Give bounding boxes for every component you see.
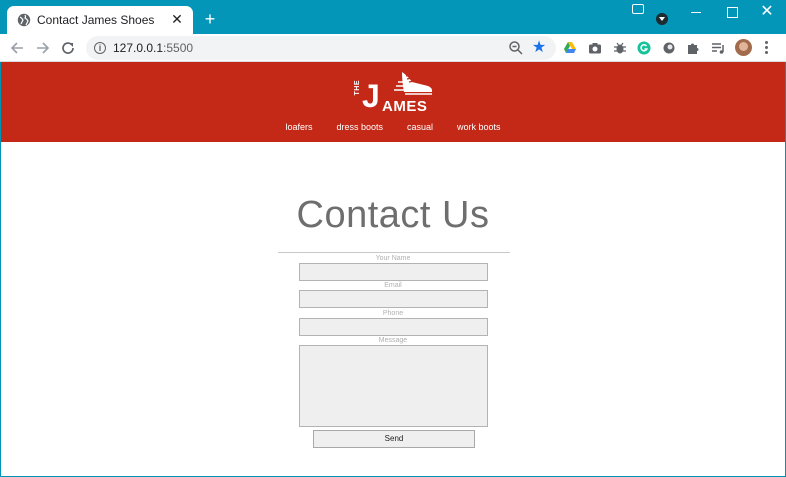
bug-icon[interactable] bbox=[613, 41, 627, 55]
star-icon[interactable]: ★ bbox=[530, 37, 548, 57]
minimize-button[interactable] bbox=[683, 3, 709, 21]
name-field[interactable] bbox=[299, 263, 488, 281]
phone-field[interactable] bbox=[299, 318, 488, 336]
logo-the-text: THE bbox=[354, 80, 361, 96]
window-close-button[interactable]: ✕ bbox=[754, 3, 780, 21]
puzzle-icon[interactable] bbox=[686, 41, 700, 55]
back-arrow-icon[interactable] bbox=[8, 38, 28, 58]
page-title: Contact Us bbox=[296, 194, 490, 236]
logo-j-letter: J bbox=[362, 78, 380, 114]
browser-toolbar: i 127.0.0.1:5500 ★ bbox=[0, 34, 786, 62]
site-logo[interactable]: THE J AMES bbox=[354, 70, 434, 116]
camera-icon[interactable] bbox=[588, 41, 602, 55]
new-tab-button[interactable]: + bbox=[200, 9, 220, 29]
circle-extension-icon[interactable] bbox=[662, 41, 676, 55]
message-textarea[interactable] bbox=[299, 345, 488, 427]
info-icon[interactable]: i bbox=[94, 42, 106, 54]
name-label: Your Name bbox=[375, 255, 411, 262]
nav-casual[interactable]: casual bbox=[407, 122, 433, 132]
forward-arrow-icon[interactable] bbox=[32, 38, 52, 58]
zoom-icon[interactable] bbox=[508, 40, 524, 56]
playlist-icon[interactable] bbox=[711, 41, 725, 55]
send-button[interactable]: Send bbox=[313, 430, 475, 448]
window-switch-icon[interactable] bbox=[632, 4, 644, 14]
address-bar[interactable]: i 127.0.0.1:5500 ★ bbox=[86, 36, 556, 60]
browser-tab[interactable]: Contact James Shoes ✕ bbox=[7, 6, 193, 34]
google-drive-icon[interactable] bbox=[563, 41, 577, 55]
maximize-button[interactable] bbox=[719, 3, 745, 21]
message-label: Message bbox=[378, 337, 408, 344]
kebab-menu-icon[interactable] bbox=[764, 41, 770, 55]
nav-loafers[interactable]: loafers bbox=[285, 122, 312, 132]
nav-dress-boots[interactable]: dress boots bbox=[336, 122, 383, 132]
site-nav: loafers dress boots casual work boots bbox=[1, 122, 785, 132]
avatar[interactable] bbox=[735, 39, 752, 56]
chevron-down-icon[interactable] bbox=[656, 13, 668, 25]
tab-close-icon[interactable]: ✕ bbox=[169, 11, 185, 27]
globe-icon bbox=[17, 13, 31, 27]
url-text: 127.0.0.1:5500 bbox=[113, 41, 194, 55]
title-divider bbox=[278, 252, 510, 253]
page-viewport: THE J AMES loafers dress boots casual wo… bbox=[1, 62, 785, 476]
logo-ames-text: AMES bbox=[382, 98, 428, 115]
reload-icon[interactable] bbox=[58, 38, 78, 58]
browser-titlebar: Contact James Shoes ✕ + ✕ bbox=[0, 0, 786, 34]
tab-title: Contact James Shoes bbox=[37, 13, 155, 27]
grammarly-icon[interactable] bbox=[637, 41, 651, 55]
email-label: Email bbox=[384, 282, 402, 289]
email-field[interactable] bbox=[299, 290, 488, 308]
phone-label: Phone bbox=[382, 310, 404, 317]
nav-work-boots[interactable]: work boots bbox=[457, 122, 501, 132]
shoe-icon bbox=[394, 72, 433, 95]
site-header: THE J AMES loafers dress boots casual wo… bbox=[1, 62, 785, 142]
